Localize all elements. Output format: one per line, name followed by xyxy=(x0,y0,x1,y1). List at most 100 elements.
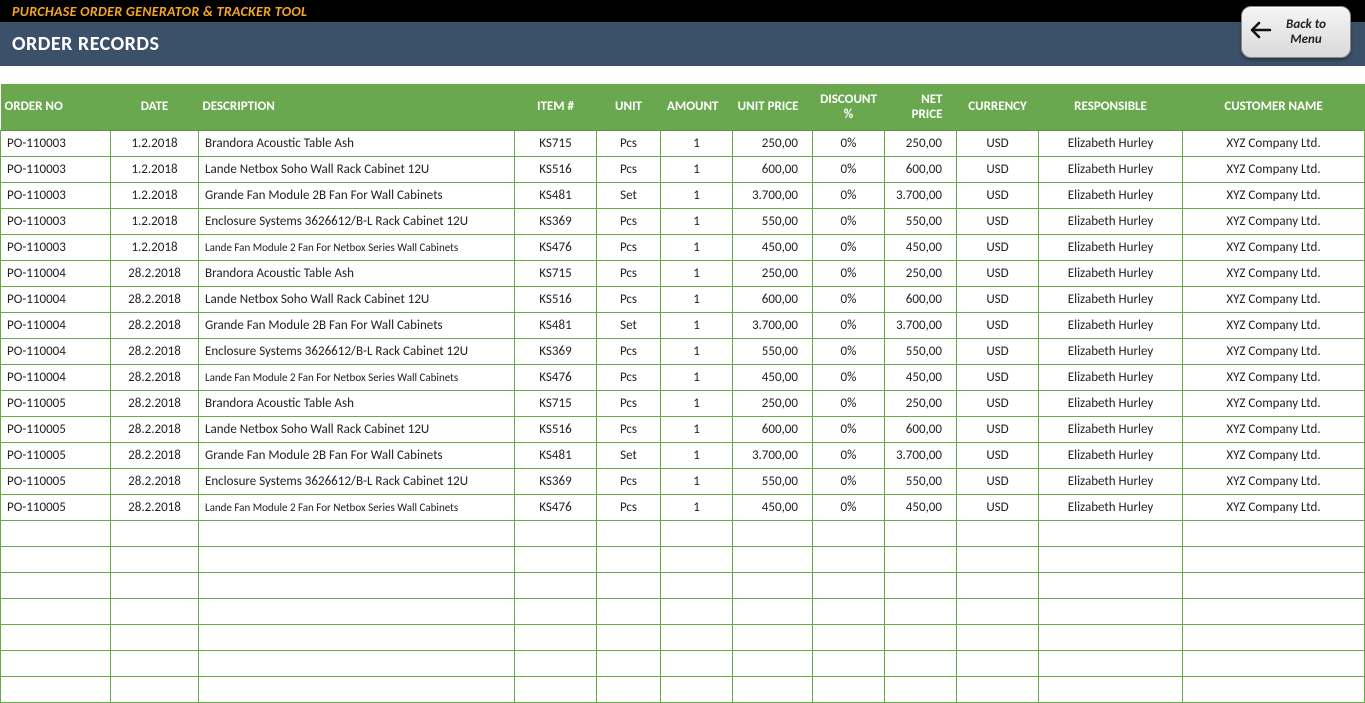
cell-item[interactable]: KS476 xyxy=(515,234,597,260)
cell-empty[interactable] xyxy=(813,520,885,546)
cell-discount[interactable]: 0% xyxy=(813,260,885,286)
cell-date[interactable]: 28.2.2018 xyxy=(111,260,199,286)
cell-description[interactable]: Lande Netbox Soho Wall Rack Cabinet 12U xyxy=(199,286,515,312)
cell-empty[interactable] xyxy=(885,624,957,650)
cell-empty[interactable] xyxy=(199,572,515,598)
table-row[interactable]: PO-11000428.2.2018Grande Fan Module 2B F… xyxy=(1,312,1365,338)
cell-customer[interactable]: XYZ Company Ltd. xyxy=(1183,208,1365,234)
cell-amount[interactable]: 1 xyxy=(661,416,733,442)
cell-item[interactable]: KS369 xyxy=(515,468,597,494)
cell-responsible[interactable]: Elizabeth Hurley xyxy=(1039,182,1183,208)
cell-order-no[interactable]: PO-110005 xyxy=(1,442,111,468)
cell-responsible[interactable]: Elizabeth Hurley xyxy=(1039,156,1183,182)
cell-empty[interactable] xyxy=(1,650,111,676)
cell-order-no[interactable]: PO-110004 xyxy=(1,286,111,312)
cell-discount[interactable]: 0% xyxy=(813,182,885,208)
cell-empty[interactable] xyxy=(1039,572,1183,598)
cell-customer[interactable]: XYZ Company Ltd. xyxy=(1183,494,1365,520)
cell-item[interactable]: KS481 xyxy=(515,182,597,208)
cell-unit[interactable]: Set xyxy=(597,442,661,468)
cell-currency[interactable]: USD xyxy=(957,416,1039,442)
cell-responsible[interactable]: Elizabeth Hurley xyxy=(1039,338,1183,364)
cell-empty[interactable] xyxy=(1039,598,1183,624)
cell-customer[interactable]: XYZ Company Ltd. xyxy=(1183,156,1365,182)
cell-date[interactable]: 28.2.2018 xyxy=(111,286,199,312)
cell-description[interactable]: Brandora Acoustic Table Ash xyxy=(199,130,515,156)
cell-empty[interactable] xyxy=(1039,546,1183,572)
cell-empty[interactable] xyxy=(111,676,199,702)
cell-currency[interactable]: USD xyxy=(957,468,1039,494)
cell-description[interactable]: Lande Fan Module 2 Fan For Netbox Series… xyxy=(199,364,515,390)
cell-currency[interactable]: USD xyxy=(957,208,1039,234)
cell-empty[interactable] xyxy=(199,598,515,624)
cell-empty[interactable] xyxy=(733,546,813,572)
cell-currency[interactable]: USD xyxy=(957,364,1039,390)
cell-description[interactable]: Lande Netbox Soho Wall Rack Cabinet 12U xyxy=(199,416,515,442)
cell-order-no[interactable]: PO-110003 xyxy=(1,182,111,208)
cell-order-no[interactable]: PO-110004 xyxy=(1,364,111,390)
cell-empty[interactable] xyxy=(1183,520,1365,546)
table-row[interactable]: PO-11000428.2.2018Lande Fan Module 2 Fan… xyxy=(1,364,1365,390)
cell-unit[interactable]: Set xyxy=(597,182,661,208)
cell-net-price[interactable]: 3.700,00 xyxy=(885,182,957,208)
cell-empty[interactable] xyxy=(885,676,957,702)
cell-amount[interactable]: 1 xyxy=(661,390,733,416)
cell-empty[interactable] xyxy=(733,650,813,676)
cell-discount[interactable]: 0% xyxy=(813,338,885,364)
cell-amount[interactable]: 1 xyxy=(661,286,733,312)
cell-description[interactable]: Enclosure Systems 3626612/B-L Rack Cabin… xyxy=(199,208,515,234)
cell-item[interactable]: KS516 xyxy=(515,286,597,312)
cell-date[interactable]: 28.2.2018 xyxy=(111,390,199,416)
table-row[interactable]: PO-11000428.2.2018Enclosure Systems 3626… xyxy=(1,338,1365,364)
cell-currency[interactable]: USD xyxy=(957,312,1039,338)
cell-item[interactable]: KS369 xyxy=(515,338,597,364)
table-row[interactable]: PO-11000428.2.2018Brandora Acoustic Tabl… xyxy=(1,260,1365,286)
cell-empty[interactable] xyxy=(733,572,813,598)
cell-empty[interactable] xyxy=(1039,520,1183,546)
table-row-empty[interactable] xyxy=(1,572,1365,598)
cell-responsible[interactable]: Elizabeth Hurley xyxy=(1039,442,1183,468)
cell-empty[interactable] xyxy=(597,676,661,702)
cell-empty[interactable] xyxy=(813,676,885,702)
cell-empty[interactable] xyxy=(733,676,813,702)
col-date[interactable]: DATE xyxy=(111,84,199,130)
cell-currency[interactable]: USD xyxy=(957,234,1039,260)
cell-empty[interactable] xyxy=(661,572,733,598)
cell-responsible[interactable]: Elizabeth Hurley xyxy=(1039,390,1183,416)
cell-amount[interactable]: 1 xyxy=(661,130,733,156)
col-order-no[interactable]: ORDER NO xyxy=(1,84,111,130)
cell-unit-price[interactable]: 450,00 xyxy=(733,234,813,260)
cell-unit[interactable]: Set xyxy=(597,312,661,338)
cell-empty[interactable] xyxy=(597,650,661,676)
cell-customer[interactable]: XYZ Company Ltd. xyxy=(1183,182,1365,208)
cell-unit-price[interactable]: 3.700,00 xyxy=(733,442,813,468)
cell-empty[interactable] xyxy=(597,624,661,650)
cell-unit[interactable]: Pcs xyxy=(597,468,661,494)
cell-order-no[interactable]: PO-110005 xyxy=(1,416,111,442)
col-customer[interactable]: CUSTOMER NAME xyxy=(1183,84,1365,130)
cell-unit[interactable]: Pcs xyxy=(597,130,661,156)
cell-customer[interactable]: XYZ Company Ltd. xyxy=(1183,468,1365,494)
cell-empty[interactable] xyxy=(1183,546,1365,572)
cell-currency[interactable]: USD xyxy=(957,494,1039,520)
cell-date[interactable]: 28.2.2018 xyxy=(111,468,199,494)
cell-currency[interactable]: USD xyxy=(957,390,1039,416)
cell-empty[interactable] xyxy=(957,676,1039,702)
cell-empty[interactable] xyxy=(885,650,957,676)
cell-empty[interactable] xyxy=(1039,650,1183,676)
cell-order-no[interactable]: PO-110004 xyxy=(1,338,111,364)
cell-date[interactable]: 28.2.2018 xyxy=(111,442,199,468)
cell-description[interactable]: Lande Fan Module 2 Fan For Netbox Series… xyxy=(199,234,515,260)
cell-empty[interactable] xyxy=(957,624,1039,650)
cell-discount[interactable]: 0% xyxy=(813,312,885,338)
cell-amount[interactable]: 1 xyxy=(661,260,733,286)
cell-responsible[interactable]: Elizabeth Hurley xyxy=(1039,364,1183,390)
cell-responsible[interactable]: Elizabeth Hurley xyxy=(1039,130,1183,156)
cell-date[interactable]: 1.2.2018 xyxy=(111,156,199,182)
cell-responsible[interactable]: Elizabeth Hurley xyxy=(1039,234,1183,260)
cell-empty[interactable] xyxy=(661,520,733,546)
table-row-empty[interactable] xyxy=(1,520,1365,546)
cell-customer[interactable]: XYZ Company Ltd. xyxy=(1183,234,1365,260)
cell-responsible[interactable]: Elizabeth Hurley xyxy=(1039,416,1183,442)
cell-empty[interactable] xyxy=(597,546,661,572)
